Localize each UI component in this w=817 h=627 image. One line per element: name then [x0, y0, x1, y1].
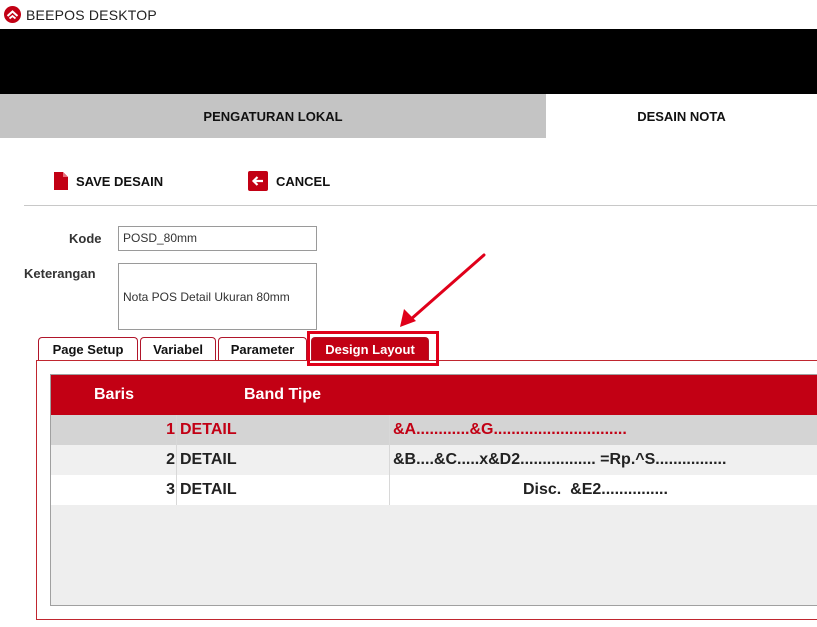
header-band [0, 29, 817, 94]
cell-layout: &A............&G........................… [389, 415, 817, 445]
keterangan-value: Nota POS Detail Ukuran 80mm [123, 289, 290, 304]
document-icon [54, 172, 68, 190]
save-desain-label: SAVE DESAIN [76, 173, 164, 189]
kode-label: Kode [69, 231, 102, 246]
tab-parameter[interactable]: Parameter [218, 337, 307, 361]
keterangan-label: Keterangan [24, 266, 96, 281]
table-row[interactable]: 3 DETAIL Disc. &E2............... [51, 475, 817, 505]
cell-baris: 1 [166, 421, 175, 438]
keterangan-input[interactable]: Nota POS Detail Ukuran 80mm [118, 263, 317, 330]
tab-desain-nota[interactable]: DESAIN NOTA [546, 94, 817, 138]
back-arrow-icon [248, 171, 268, 191]
cell-band-tipe: DETAIL [176, 475, 389, 505]
kode-input[interactable]: POSD_80mm [118, 226, 317, 251]
table-row[interactable]: 1 DETAIL &A............&G...............… [51, 415, 817, 445]
tab-variabel[interactable]: Variabel [140, 337, 216, 361]
grid-header: Baris Band Tipe [51, 375, 817, 415]
cell-band-tipe: DETAIL [176, 415, 389, 445]
table-row[interactable]: 2 DETAIL &B....&C.....x&D2..............… [51, 445, 817, 475]
app-title: BEEPOS DESKTOP [26, 7, 157, 23]
cell-layout: &B....&C.....x&D2................. =Rp.^… [389, 445, 817, 475]
column-header-band-tipe[interactable]: Band Tipe [244, 375, 321, 415]
annotation-highlight-box [307, 331, 439, 366]
layout-grid[interactable]: Baris Band Tipe 1 DETAIL &A............&… [50, 374, 817, 606]
cell-layout: Disc. &E2............... [389, 475, 817, 505]
divider [24, 205, 817, 206]
save-desain-button[interactable]: SAVE DESAIN [54, 170, 163, 192]
beepos-logo-icon [4, 6, 21, 23]
cancel-button[interactable]: CANCEL [248, 170, 330, 192]
tab-pengaturan-lokal[interactable]: PENGATURAN LOKAL [0, 94, 546, 138]
title-bar: BEEPOS DESKTOP [0, 0, 817, 29]
design-layout-panel: Baris Band Tipe 1 DETAIL &A............&… [36, 360, 817, 620]
column-header-baris[interactable]: Baris [94, 375, 134, 415]
cell-band-tipe: DETAIL [176, 445, 389, 475]
tab-page-setup[interactable]: Page Setup [38, 337, 138, 361]
cell-baris: 3 [166, 481, 175, 498]
cell-baris: 2 [166, 451, 175, 468]
cancel-label: CANCEL [276, 173, 331, 189]
main-tab-bar: PENGATURAN LOKAL DESAIN NOTA [0, 94, 817, 138]
